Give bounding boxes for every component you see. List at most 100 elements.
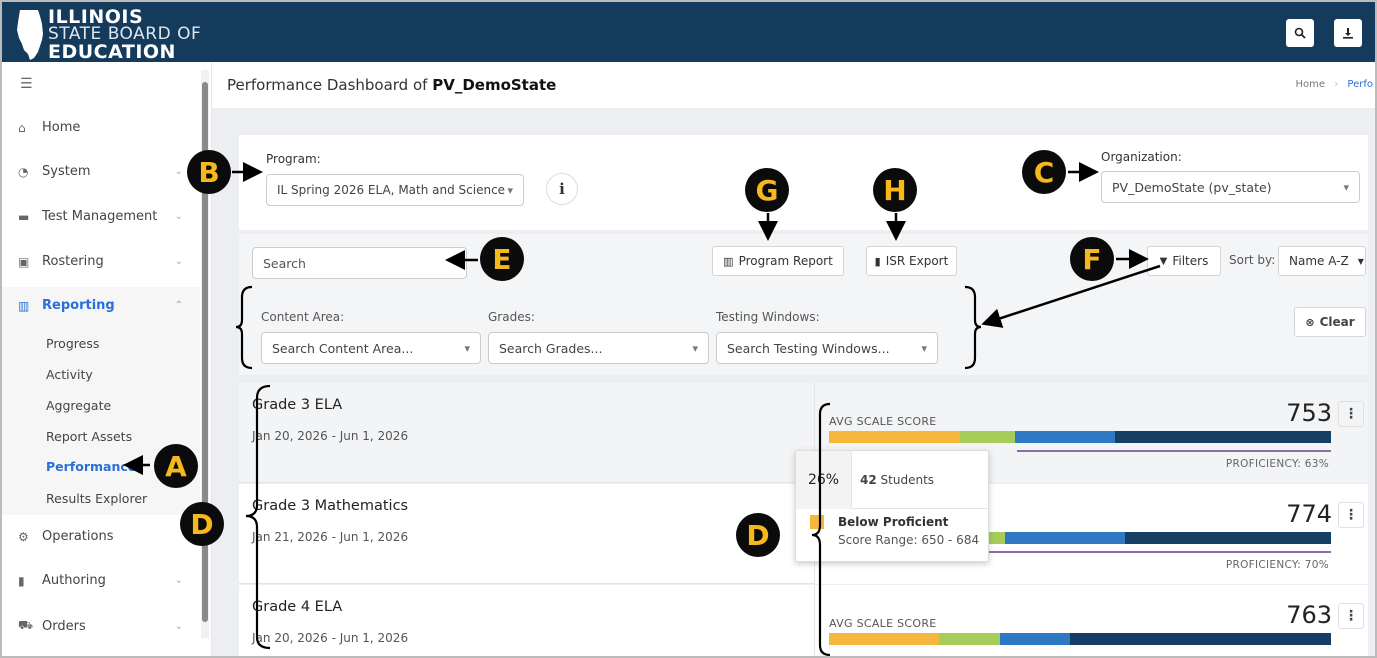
- content-area-select[interactable]: Search Content Area... ▾: [261, 332, 481, 364]
- top-header: ILLINOIS STATE BOARD OF EDUCATION: [2, 2, 1375, 62]
- isr-export-button[interactable]: ▮ ISR Export: [866, 246, 957, 276]
- row-menu-button[interactable]: ⋮: [1338, 401, 1364, 427]
- chevron-down-icon: ▾: [507, 183, 513, 197]
- sidebar-item-label: Test Management: [42, 209, 158, 224]
- toolbar-panel: Search ▥ Program Report ▮ ISR Export ▼ F…: [239, 234, 1368, 375]
- page-title-prefix: Performance Dashboard of: [227, 76, 428, 94]
- bar-segment-proficient[interactable]: [1014, 431, 1116, 443]
- sidebar-item-authoring[interactable]: ▮ Authoring ⌄: [18, 573, 193, 588]
- sidebar-sub-report-assets[interactable]: Report Assets: [46, 429, 132, 444]
- bar-segment-advanced[interactable]: [1069, 633, 1331, 645]
- chevron-down-icon: ⌄: [174, 620, 183, 632]
- sidebar-item-label: Authoring: [42, 573, 106, 588]
- bar-segment-advanced[interactable]: [1115, 431, 1331, 443]
- page-title-name: PV_DemoState: [432, 76, 557, 94]
- sidebar-item-operations[interactable]: ⚙ Operations: [18, 529, 193, 544]
- sidebar-sub-activity[interactable]: Activity: [46, 367, 93, 382]
- avg-scale-score-label: AVG SCALE SCORE: [829, 617, 937, 630]
- bar-segment-proficient[interactable]: [1004, 532, 1126, 544]
- header-download-button[interactable]: [1334, 19, 1362, 47]
- chevron-down-icon: ⌄: [174, 211, 183, 222]
- proficiency-text: PROFICIENCY: 63%: [1225, 458, 1329, 470]
- chevron-down-icon: ▾: [692, 341, 698, 355]
- home-icon: ⌂: [18, 120, 26, 135]
- isbe-logo[interactable]: ILLINOIS STATE BOARD OF EDUCATION: [16, 6, 216, 62]
- title-bar: Performance Dashboard of PV_DemoState Ho…: [212, 62, 1375, 108]
- bar-segment-advanced[interactable]: [1125, 532, 1331, 544]
- program-select[interactable]: IL Spring 2026 ELA, Math and Science ▾: [266, 174, 524, 206]
- program-report-label: Program Report: [738, 254, 833, 268]
- sort-select[interactable]: Name A-Z ▼: [1278, 246, 1366, 276]
- caret-down-icon: ▼: [1357, 256, 1364, 266]
- chevron-down-icon: ⌄: [174, 575, 183, 586]
- row-menu-button[interactable]: ⋮: [1338, 502, 1364, 528]
- sidebar-item-rostering[interactable]: ▣ Rostering ⌄: [18, 254, 193, 269]
- sidebar-item-reporting[interactable]: ▥ Reporting ⌃: [18, 298, 193, 313]
- bar-segment-approaching[interactable]: [959, 431, 1015, 443]
- breadcrumb-home[interactable]: Home: [1296, 79, 1326, 90]
- sidebar-sub-results-explorer[interactable]: Results Explorer: [46, 491, 147, 506]
- file-icon: ▮: [874, 254, 881, 268]
- program-info-button[interactable]: i: [546, 173, 578, 205]
- sidebar-item-test-management[interactable]: ▬ Test Management ⌄: [18, 209, 193, 224]
- chevron-down-icon: ▾: [464, 341, 470, 355]
- hamburger-menu-icon[interactable]: ☰: [20, 76, 33, 92]
- breadcrumb: Home › Perfo: [1296, 79, 1373, 90]
- filters-label: Filters: [1172, 254, 1209, 268]
- header-search-button[interactable]: [1286, 19, 1314, 47]
- proficiency-text: PROFICIENCY: 70%: [1225, 559, 1329, 571]
- row-name: Grade 4 ELA: [252, 599, 343, 615]
- sidebar-item-label: Reporting: [42, 298, 115, 313]
- performance-level-bar[interactable]: [829, 431, 1331, 443]
- sidebar-item-label: Home: [42, 120, 81, 135]
- performance-level-bar[interactable]: [829, 633, 1331, 645]
- below-proficient-swatch: [810, 515, 824, 529]
- sidebar-item-label: Orders: [42, 618, 86, 634]
- clear-filters-button[interactable]: ⊗ Clear: [1294, 307, 1366, 337]
- chevron-up-icon: ⌃: [174, 300, 183, 311]
- bar-segment-proficient[interactable]: [999, 633, 1070, 645]
- sidebar-item-orders[interactable]: ⛟ Orders ⌄: [18, 618, 193, 634]
- testing-windows-select[interactable]: Search Testing Windows... ▾: [716, 332, 938, 364]
- organization-select[interactable]: PV_DemoState (pv_state) ▾: [1101, 171, 1360, 203]
- chevron-down-icon: ▾: [921, 341, 927, 355]
- avg-scale-score-label: AVG SCALE SCORE: [829, 415, 937, 428]
- row-menu-button[interactable]: ⋮: [1338, 603, 1364, 629]
- sidebar-sub-performance[interactable]: Performance: [46, 459, 136, 474]
- cogs-icon: ⚙: [18, 529, 29, 544]
- program-row-grade4-ela[interactable]: Grade 4 ELA Jan 20, 2026 - Jun 1, 2026 A…: [239, 585, 1368, 656]
- sidebar-item-system[interactable]: ◔ System ⌄: [18, 164, 193, 179]
- sidebar-item-label: System: [42, 164, 91, 179]
- row-date: Jan 20, 2026 - Jun 1, 2026: [252, 631, 409, 645]
- bar-segment-below-proficient[interactable]: [829, 633, 940, 645]
- sidebar-item-home[interactable]: ⌂ Home: [18, 120, 193, 135]
- sort-value: Name A-Z: [1289, 254, 1349, 268]
- clear-icon: ⊗: [1305, 315, 1315, 329]
- sidebar: ☰ ⌂ Home ◔ System ⌄ ▬ Test Management ⌄ …: [2, 62, 212, 656]
- program-report-button[interactable]: ▥ Program Report: [712, 246, 844, 276]
- breadcrumb-separator: ›: [1334, 79, 1339, 90]
- search-input[interactable]: Search: [252, 247, 467, 279]
- row-name: Grade 3 ELA: [252, 397, 343, 413]
- row-date: Jan 20, 2026 - Jun 1, 2026: [252, 429, 409, 443]
- callout-h: H: [873, 168, 917, 212]
- breadcrumb-current: Perfo: [1347, 79, 1373, 90]
- callout-g: G: [745, 168, 789, 212]
- bar-segment-below-proficient[interactable]: [829, 431, 960, 443]
- grades-label: Grades:: [488, 310, 535, 324]
- sidebar-item-label: Operations: [42, 529, 114, 544]
- sidebar-sub-aggregate[interactable]: Aggregate: [46, 398, 111, 413]
- grades-placeholder: Search Grades...: [499, 340, 603, 356]
- avg-scale-score-value: 753: [1286, 399, 1332, 427]
- grades-select[interactable]: Search Grades... ▾: [488, 332, 709, 364]
- cart-icon: ⛟: [18, 618, 34, 632]
- bar-chart-icon: ▥: [723, 254, 734, 268]
- avg-scale-score-value: 774: [1286, 500, 1332, 528]
- filters-button[interactable]: ▼ Filters: [1147, 246, 1221, 276]
- sidebar-sub-progress[interactable]: Progress: [46, 336, 99, 351]
- bar-segment-approaching[interactable]: [939, 633, 1000, 645]
- row-date: Jan 21, 2026 - Jun 1, 2026: [252, 530, 409, 544]
- tooltip-range: Score Range: 650 - 684: [838, 533, 980, 547]
- chevron-down-icon: ⌄: [174, 256, 183, 267]
- filter-icon: ▼: [1159, 255, 1168, 267]
